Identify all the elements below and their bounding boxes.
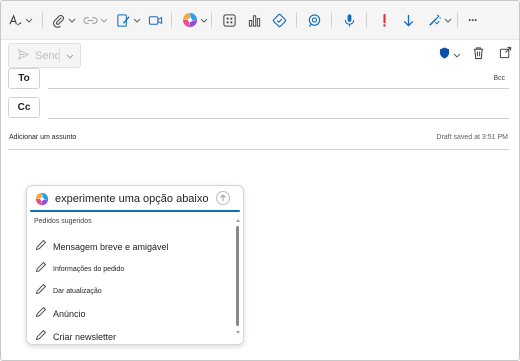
format-painter-icon bbox=[8, 13, 23, 28]
chevron-down-icon bbox=[444, 16, 452, 24]
to-field[interactable] bbox=[48, 88, 509, 89]
sensitivity-icon bbox=[427, 13, 442, 28]
apps-button[interactable] bbox=[222, 10, 237, 30]
toolbar-divider bbox=[366, 12, 367, 28]
prompt-submit-button[interactable] bbox=[216, 191, 230, 205]
link-icon bbox=[83, 13, 98, 28]
chevron-down-icon bbox=[66, 47, 74, 65]
format-painter-button[interactable] bbox=[8, 10, 33, 30]
prompt-focus-underline bbox=[30, 210, 240, 212]
send-label: Send bbox=[35, 49, 61, 62]
pencil-icon bbox=[35, 305, 53, 323]
pop-out-icon bbox=[499, 46, 512, 64]
draft-status: Draft saved at 3:51 PM bbox=[436, 134, 508, 141]
toolbar-divider bbox=[211, 12, 212, 28]
bcc-link[interactable]: Bcc bbox=[493, 75, 505, 82]
trash-icon bbox=[472, 46, 485, 65]
dictate-icon bbox=[342, 13, 357, 28]
editor-button[interactable] bbox=[272, 10, 287, 30]
copilot-prompt-text: experimente uma opção abaixo bbox=[55, 193, 209, 205]
chevron-down-icon bbox=[100, 16, 108, 24]
send-icon bbox=[18, 48, 30, 63]
suggestion-item[interactable]: Informações do pedido bbox=[35, 260, 125, 278]
sensitivity-button[interactable] bbox=[427, 10, 452, 30]
loop-button[interactable] bbox=[307, 10, 322, 30]
high-importance-button[interactable] bbox=[377, 10, 392, 30]
suggestions-scrollbar[interactable] bbox=[236, 226, 239, 326]
importance-icon bbox=[377, 13, 392, 28]
toolbar-divider bbox=[331, 12, 332, 28]
subject-input[interactable]: Adicionar um assunto bbox=[9, 134, 76, 141]
attach-icon bbox=[51, 13, 66, 28]
signature-button[interactable] bbox=[116, 10, 141, 30]
suggestion-item[interactable]: Anúncio bbox=[35, 305, 86, 323]
pencil-icon bbox=[35, 328, 53, 344]
low-importance-icon bbox=[401, 13, 416, 28]
copilot-prompt-input[interactable]: experimente uma opção abaixo bbox=[27, 186, 243, 212]
email-compose-window: ··· Send To Bcc Cc Adicionar um assunto … bbox=[0, 0, 520, 361]
pencil-icon bbox=[35, 282, 53, 300]
attach-file-button[interactable] bbox=[51, 10, 76, 30]
chevron-down-icon bbox=[68, 16, 76, 24]
pencil-icon bbox=[35, 260, 53, 278]
subject-divider bbox=[8, 149, 509, 150]
pencil-icon bbox=[35, 238, 53, 256]
ribbon-toolbar: ··· bbox=[1, 1, 519, 40]
dictate-button[interactable] bbox=[342, 10, 357, 30]
cc-field[interactable] bbox=[48, 118, 509, 119]
suggestions-heading: Pedidos sugeridos bbox=[34, 218, 92, 225]
copilot-draft-popup: experimente uma opção abaixo Pedidos sug… bbox=[26, 185, 244, 345]
sensitivity-label-button[interactable] bbox=[439, 46, 461, 64]
shield-icon bbox=[439, 46, 450, 64]
more-options-icon: ··· bbox=[468, 13, 478, 27]
pop-out-button[interactable] bbox=[499, 46, 512, 64]
send-split-button[interactable]: Send bbox=[8, 43, 81, 68]
cc-button[interactable]: Cc bbox=[8, 97, 40, 118]
low-importance-button[interactable] bbox=[401, 10, 416, 30]
suggestion-label: Mensagem breve e amigável bbox=[53, 242, 169, 252]
send-button[interactable]: Send bbox=[9, 44, 61, 67]
suggestion-item[interactable]: Criar newsletter bbox=[35, 328, 117, 344]
toolbar-divider bbox=[457, 12, 458, 28]
to-button[interactable]: To bbox=[8, 68, 40, 89]
suggestion-label: Anúncio bbox=[53, 309, 86, 319]
more-options-button[interactable]: ··· bbox=[468, 10, 478, 30]
suggestion-item[interactable]: Dar atualização bbox=[35, 282, 102, 300]
send-options-button[interactable] bbox=[60, 47, 80, 65]
suggestion-label: Informações do pedido bbox=[53, 265, 125, 273]
insights-button[interactable] bbox=[247, 10, 262, 30]
scroll-up-arrow[interactable] bbox=[236, 219, 240, 222]
chevron-down-icon bbox=[133, 16, 141, 24]
insert-link-button[interactable] bbox=[83, 10, 108, 30]
toolbar-divider bbox=[296, 12, 297, 28]
chevron-down-icon bbox=[25, 16, 33, 24]
insights-icon bbox=[247, 13, 262, 28]
copilot-icon bbox=[35, 192, 49, 211]
apps-icon bbox=[222, 13, 237, 28]
copilot-icon bbox=[182, 12, 198, 28]
editor-icon bbox=[272, 13, 287, 28]
chevron-down-icon bbox=[200, 16, 208, 24]
loop-icon bbox=[307, 13, 322, 28]
chevron-down-icon bbox=[453, 46, 461, 64]
copilot-button[interactable] bbox=[182, 10, 208, 30]
toolbar-divider bbox=[42, 12, 43, 28]
suggestion-label: Dar atualização bbox=[53, 287, 102, 295]
teams-meeting-button[interactable] bbox=[148, 10, 163, 30]
suggestion-item[interactable]: Mensagem breve e amigável bbox=[35, 238, 169, 256]
suggestion-label: Criar newsletter bbox=[53, 332, 117, 342]
signature-icon bbox=[116, 13, 131, 28]
toolbar-divider bbox=[171, 12, 172, 28]
video-icon bbox=[148, 13, 163, 28]
arrow-up-icon bbox=[219, 189, 227, 207]
scroll-down-arrow[interactable] bbox=[236, 331, 240, 334]
discard-button[interactable] bbox=[472, 46, 485, 65]
